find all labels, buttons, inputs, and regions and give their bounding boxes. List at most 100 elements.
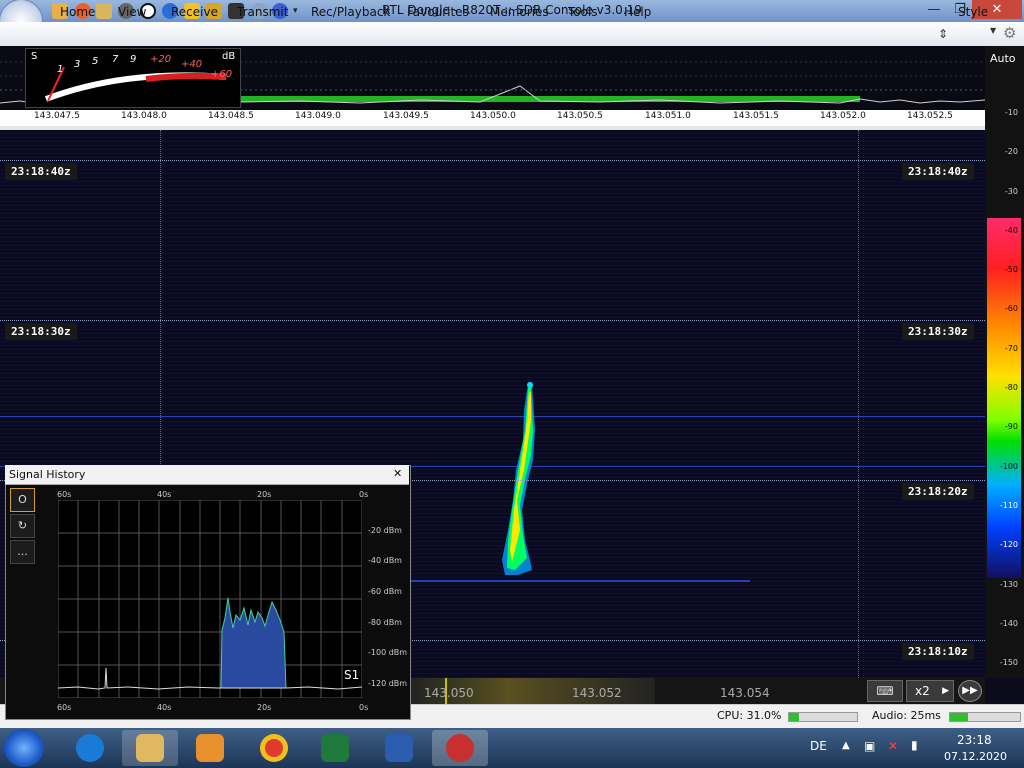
gear-icon[interactable]: ⚙ xyxy=(1003,24,1016,42)
sh-dbm-label: -20 dBm xyxy=(368,526,402,535)
audio-bar xyxy=(949,712,1021,722)
sh-dbm-label: -40 dBm xyxy=(368,556,402,565)
freq-tick: 143.051.0 xyxy=(645,111,691,121)
scale-value: -30 xyxy=(1004,187,1018,196)
smeter-tick: 3 xyxy=(74,59,81,70)
time-label-right: 23:18:10z xyxy=(902,643,974,660)
menu-tools[interactable]: Tools xyxy=(568,5,598,19)
sh-dbm-label: -100 dBm xyxy=(368,648,408,657)
strip-freq-label: 143.054 xyxy=(720,686,770,700)
cpu-bar xyxy=(788,712,858,722)
smeter-tick: +60 xyxy=(211,69,233,80)
sh-time-top: 60s xyxy=(57,490,72,499)
sh-dbm-label: -120 dBm xyxy=(368,679,408,688)
freq-tick: 143.052.0 xyxy=(820,111,866,121)
language-indicator[interactable]: DE xyxy=(810,739,827,753)
scale-value: -40 xyxy=(1004,226,1018,235)
tray-signal-icon[interactable]: ▮ xyxy=(911,738,918,752)
tray-device-icon[interactable]: ▣ xyxy=(864,739,875,753)
zoom-button[interactable]: x2 ▶ xyxy=(906,680,954,702)
menu-receive[interactable]: Receive xyxy=(171,5,218,19)
signal-history-title: Signal History xyxy=(9,468,86,481)
sh-time-bottom: 60s xyxy=(57,703,72,712)
freq-tick: 143.050.0 xyxy=(470,111,516,121)
menu-view[interactable]: View xyxy=(118,5,146,19)
freq-tick: 143.048.5 xyxy=(208,111,254,121)
smeter-db-label: dB xyxy=(222,51,236,62)
freq-tick: 143.047.5 xyxy=(34,111,80,121)
auto-scale-button[interactable]: Auto xyxy=(990,52,1016,65)
time-gridline xyxy=(0,320,985,321)
sh-s-label: S1 xyxy=(344,668,360,682)
sh-time-bottom: 0s xyxy=(359,703,369,712)
zoom-arrow-icon: ▶ xyxy=(942,686,949,696)
smeter-tick: 9 xyxy=(130,54,137,65)
freq-tick: 143.051.5 xyxy=(733,111,779,121)
media-player-icon xyxy=(196,734,224,762)
menu-favourites[interactable]: Favourites xyxy=(407,5,469,19)
menu-home[interactable]: Home xyxy=(60,5,95,19)
taskbar-app[interactable] xyxy=(432,730,488,766)
menu-help[interactable]: Help xyxy=(624,5,651,19)
start-button[interactable] xyxy=(4,729,44,767)
tray-expand-icon[interactable]: ▲ xyxy=(842,740,850,751)
freq-tick: 143.049.5 xyxy=(383,111,429,121)
sdr-console-icon xyxy=(446,734,474,762)
freq-tick: 143.048.0 xyxy=(121,111,167,121)
scale-value: -60 xyxy=(1004,304,1018,313)
clock-time[interactable]: 23:18 xyxy=(957,733,992,747)
time-label-left: 23:18:40z xyxy=(5,163,77,180)
menu-transmit[interactable]: Transmit xyxy=(237,5,288,19)
scale-value: -150 xyxy=(999,658,1018,667)
freq-tick: 143.052.5 xyxy=(907,111,953,121)
folder-icon[interactable] xyxy=(96,3,112,19)
menu-memories[interactable]: Memories xyxy=(490,5,549,19)
style-toggle-icon[interactable]: ⇕ xyxy=(938,27,948,41)
time-gridline xyxy=(0,160,985,161)
signal-history-more-button[interactable]: ... xyxy=(10,540,35,564)
smeter-s-label: S xyxy=(31,51,38,62)
taskbar-app[interactable] xyxy=(122,730,178,766)
audio-latency: Audio: 25ms xyxy=(872,709,941,722)
sh-time-top: 40s xyxy=(157,490,172,499)
taskbar-app[interactable] xyxy=(307,730,363,766)
fast-forward-icon[interactable]: ▶▶ xyxy=(958,680,982,702)
time-label-right: 23:18:30z xyxy=(902,323,974,340)
strip-freq-label: 143.052 xyxy=(572,686,622,700)
style-menu[interactable]: Style xyxy=(958,5,988,19)
scale-value: -120 xyxy=(999,540,1018,549)
sh-time-top: 20s xyxy=(257,490,272,499)
s-meter: S dB 1 3 5 7 9 +20 +40 +60 xyxy=(25,48,241,108)
scale-value: -110 xyxy=(999,501,1018,510)
taskbar-app[interactable] xyxy=(371,730,427,766)
style-dropdown-icon[interactable]: ▼ xyxy=(990,26,996,35)
tray-network-icon[interactable]: ✕ xyxy=(888,739,898,753)
sh-time-top: 0s xyxy=(359,490,369,499)
sh-time-bottom: 20s xyxy=(257,703,272,712)
sh-time-bottom: 40s xyxy=(157,703,172,712)
qat-dropdown-icon[interactable]: ▾ xyxy=(293,6,298,16)
keyboard-icon[interactable]: ⌨ xyxy=(867,680,903,702)
smeter-tick: +20 xyxy=(150,54,172,65)
taskbar-app[interactable] xyxy=(182,730,238,766)
strip-freq-label: 143.050 xyxy=(424,686,474,700)
audio-bar-fill xyxy=(950,713,968,721)
signal-history-record-button[interactable]: O xyxy=(10,488,35,512)
scale-value: -130 xyxy=(999,580,1018,589)
scale-value: -140 xyxy=(999,619,1018,628)
clock-date[interactable]: 07.12.2020 xyxy=(944,750,1007,763)
ie-icon xyxy=(76,734,104,762)
freq-tick: 143.049.0 xyxy=(295,111,341,121)
signal-history-close-button[interactable]: ✕ xyxy=(393,467,402,480)
taskbar-app[interactable] xyxy=(62,730,118,766)
signal-history-reset-button[interactable]: ↻ xyxy=(10,514,35,538)
scale-value: -70 xyxy=(1004,344,1018,353)
smeter-tick: 7 xyxy=(112,54,119,65)
taskbar-app[interactable] xyxy=(246,730,302,766)
zoom-label: x2 xyxy=(915,684,930,698)
smeter-tick: 5 xyxy=(92,56,99,67)
menu-rec-playback[interactable]: Rec/Playback xyxy=(311,5,390,19)
sh-dbm-label: -60 dBm xyxy=(368,587,402,596)
scale-value: -50 xyxy=(1004,265,1018,274)
freq-tick: 143.050.5 xyxy=(557,111,603,121)
